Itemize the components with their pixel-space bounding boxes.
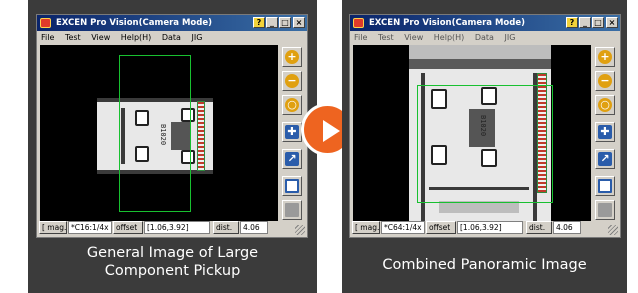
menu-help[interactable]: Help(H) [121,33,152,42]
zoom-fit-icon: ○ [598,98,612,112]
close-button[interactable]: × [606,17,618,28]
menu-data[interactable]: Data [475,33,494,42]
zoom-fit-icon: ○ [285,98,299,112]
menu-bar: File Test View Help(H) Data JIG [350,31,620,44]
menu-test[interactable]: Test [65,33,81,42]
menu-file[interactable]: File [354,33,367,42]
zoom-fit-button[interactable]: ○ [282,95,302,115]
window-title: EXCEN Pro Vision(Camera Mode) [56,18,213,28]
stop-button[interactable] [282,200,302,220]
zoom-out-icon: − [285,74,299,88]
mag-value: *C64:1/4x [381,221,425,234]
menu-file[interactable]: File [41,33,54,42]
mag-button[interactable]: [ mag. [39,221,67,234]
camera-viewer[interactable]: B1020 [40,45,278,221]
caption-left-line1: General Image of Large [86,245,259,261]
select-rect-button[interactable]: ↗ [282,149,302,169]
fit-screen-button[interactable]: ✚ [282,122,302,142]
dist-label: dist. [526,221,552,234]
select-rect-icon: ↗ [598,152,612,166]
menu-bar: File Test View Help(H) Data JIG [37,31,307,44]
app-icon [353,18,364,28]
help-button[interactable]: ? [566,17,578,28]
frame-button[interactable] [282,176,302,196]
camera-window-right: EXCEN Pro Vision(Camera Mode) ? _ □ × Fi… [349,14,621,238]
menu-help[interactable]: Help(H) [434,33,465,42]
dist-value: 4.06 [553,221,581,234]
maximize-button[interactable]: □ [592,17,604,28]
status-bar: [ mag. *C64:1/4x offset [1.06,3.92] dist… [352,221,618,235]
zoom-in-button[interactable]: + [282,47,302,67]
left-panel: EXCEN Pro Vision(Camera Mode) ? _ □ × Fi… [28,0,317,293]
camera-viewer[interactable]: B1020 [353,45,591,221]
pickup-region-box [119,55,191,212]
zoom-out-button[interactable]: − [282,71,302,91]
menu-view[interactable]: View [404,33,423,42]
select-rect-button[interactable]: ↗ [595,149,615,169]
minimize-button[interactable]: _ [266,17,278,28]
zoom-out-icon: − [598,74,612,88]
frame-icon [285,179,299,193]
frame-button[interactable] [595,176,615,196]
right-panel: EXCEN Pro Vision(Camera Mode) ? _ □ × Fi… [342,0,627,293]
stop-icon [285,203,299,217]
menu-jig[interactable]: JIG [191,33,202,42]
close-button[interactable]: × [293,17,305,28]
offset-value: [1.06,3.92] [457,221,523,234]
caption-left: General Image of Large Component Pickup [28,244,317,280]
panorama-region-box [417,85,553,203]
zoom-fit-button[interactable]: ○ [595,95,615,115]
stop-button[interactable] [595,200,615,220]
menu-view[interactable]: View [91,33,110,42]
help-button[interactable]: ? [253,17,265,28]
camera-window-left: EXCEN Pro Vision(Camera Mode) ? _ □ × Fi… [36,14,308,238]
zoom-out-button[interactable]: − [595,71,615,91]
title-bar: EXCEN Pro Vision(Camera Mode) ? _ □ × [350,15,620,31]
menu-jig[interactable]: JIG [504,33,515,42]
mag-value: *C16:1/4x [68,221,112,234]
status-bar: [ mag. *C16:1/4x offset [1.06,3.92] dist… [39,221,305,235]
frame-icon [598,179,612,193]
select-rect-icon: ↗ [285,152,299,166]
window-title: EXCEN Pro Vision(Camera Mode) [369,18,526,28]
maximize-button[interactable]: □ [279,17,291,28]
fit-screen-icon: ✚ [285,125,299,139]
fit-screen-icon: ✚ [598,125,612,139]
fit-screen-button[interactable]: ✚ [595,122,615,142]
app-icon [40,18,51,28]
caption-left-line2: Component Pickup [104,263,241,279]
resize-grip[interactable] [295,225,305,235]
title-bar: EXCEN Pro Vision(Camera Mode) ? _ □ × [37,15,307,31]
zoom-in-button[interactable]: + [595,47,615,67]
stop-icon [598,203,612,217]
resize-grip[interactable] [608,225,618,235]
zoom-in-icon: + [285,50,299,64]
tool-palette: + − ○ ✚ ↗ [593,45,617,221]
zoom-in-icon: + [598,50,612,64]
menu-data[interactable]: Data [162,33,181,42]
minimize-button[interactable]: _ [579,17,591,28]
offset-value: [1.06,3.92] [144,221,210,234]
dist-value: 4.06 [240,221,268,234]
caption-right: Combined Panoramic Image [382,257,587,273]
pin-row [197,101,205,171]
offset-button[interactable]: offset [113,221,143,234]
dist-label: dist. [213,221,239,234]
mag-button[interactable]: [ mag. [352,221,380,234]
offset-button[interactable]: offset [426,221,456,234]
menu-test[interactable]: Test [378,33,394,42]
